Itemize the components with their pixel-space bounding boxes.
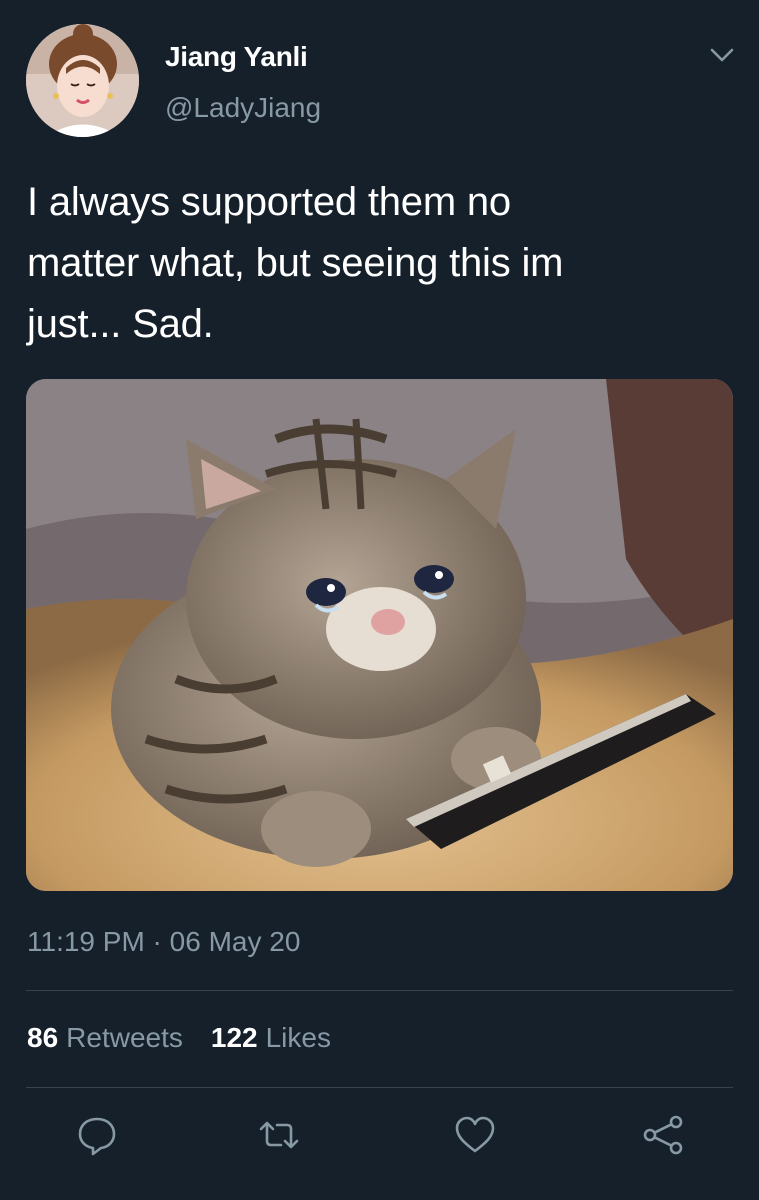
reply-button[interactable] [75, 1113, 119, 1157]
display-name[interactable]: Jiang Yanli [165, 41, 308, 73]
likes-stat[interactable]: 122 Likes [211, 1022, 331, 1054]
share-button[interactable] [641, 1113, 685, 1157]
tweet-text: I always supported them no matter what, … [27, 172, 727, 355]
tweet-media-image[interactable] [26, 379, 733, 891]
tweet-text-line: matter what, but seeing this im [27, 241, 564, 285]
retweets-label: Retweets [66, 1022, 183, 1053]
share-icon [643, 1115, 683, 1155]
heart-icon [455, 1116, 495, 1153]
tweet-text-line: just... Sad. [27, 302, 214, 346]
likes-count: 122 [210, 1022, 258, 1053]
avatar[interactable] [26, 24, 139, 137]
likes-label: Likes [265, 1022, 331, 1053]
tweet-timestamp[interactable]: 11:19 PM · 06 May 20 [27, 926, 300, 958]
like-button[interactable] [453, 1113, 497, 1157]
user-handle[interactable]: @LadyJiang [165, 92, 321, 124]
sad-cat-image [26, 379, 733, 891]
retweets-stat[interactable]: 86 Retweets [27, 1022, 183, 1054]
divider [26, 1087, 733, 1088]
retweet-icon [259, 1121, 299, 1149]
chevron-down-icon[interactable] [707, 43, 737, 67]
tweet-stats: 86 Retweets 122 Likes [27, 1022, 331, 1054]
retweet-button[interactable] [257, 1113, 301, 1157]
tweet-text-line: I always supported them no [27, 180, 511, 224]
avatar-photo [26, 24, 139, 137]
retweets-count: 86 [27, 1022, 59, 1053]
divider [26, 990, 733, 991]
reply-icon [78, 1117, 116, 1156]
tweet-card: Jiang Yanli @LadyJiang I always supporte… [0, 0, 759, 1200]
